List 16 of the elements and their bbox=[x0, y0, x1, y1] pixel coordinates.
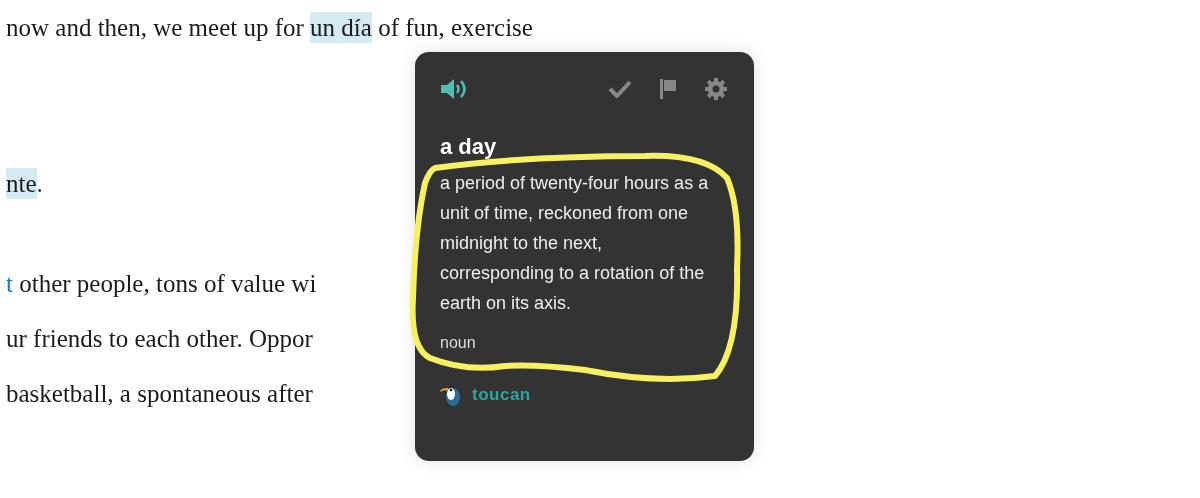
link[interactable]: t bbox=[6, 270, 13, 297]
definition: a period of twenty-four hours as a unit of time, reckoned from one midnight to the next, corresponding to a rotation of the earth on its axis. bbox=[440, 172, 710, 315]
speaker-icon[interactable] bbox=[440, 78, 468, 100]
highlighted-word[interactable]: un día bbox=[310, 12, 372, 43]
text-fragment: ur friends to each other. Oppor bbox=[6, 325, 313, 352]
brand-name: toucan bbox=[472, 385, 531, 405]
highlighted-word[interactable]: nte bbox=[6, 168, 37, 199]
part-of-speech: noun bbox=[440, 334, 477, 352]
flag-icon[interactable] bbox=[658, 78, 678, 100]
check-icon[interactable] bbox=[608, 80, 632, 98]
text-fragment: basketball, a spontaneous after bbox=[6, 380, 313, 407]
text-fragment: now and then, we meet up for bbox=[6, 14, 305, 41]
term: a day bbox=[440, 134, 498, 160]
text-fragment: of fun, exercise bbox=[377, 14, 533, 41]
text-fragment: other people, tons of value wi bbox=[18, 270, 317, 297]
text-fragment: . bbox=[36, 170, 43, 197]
